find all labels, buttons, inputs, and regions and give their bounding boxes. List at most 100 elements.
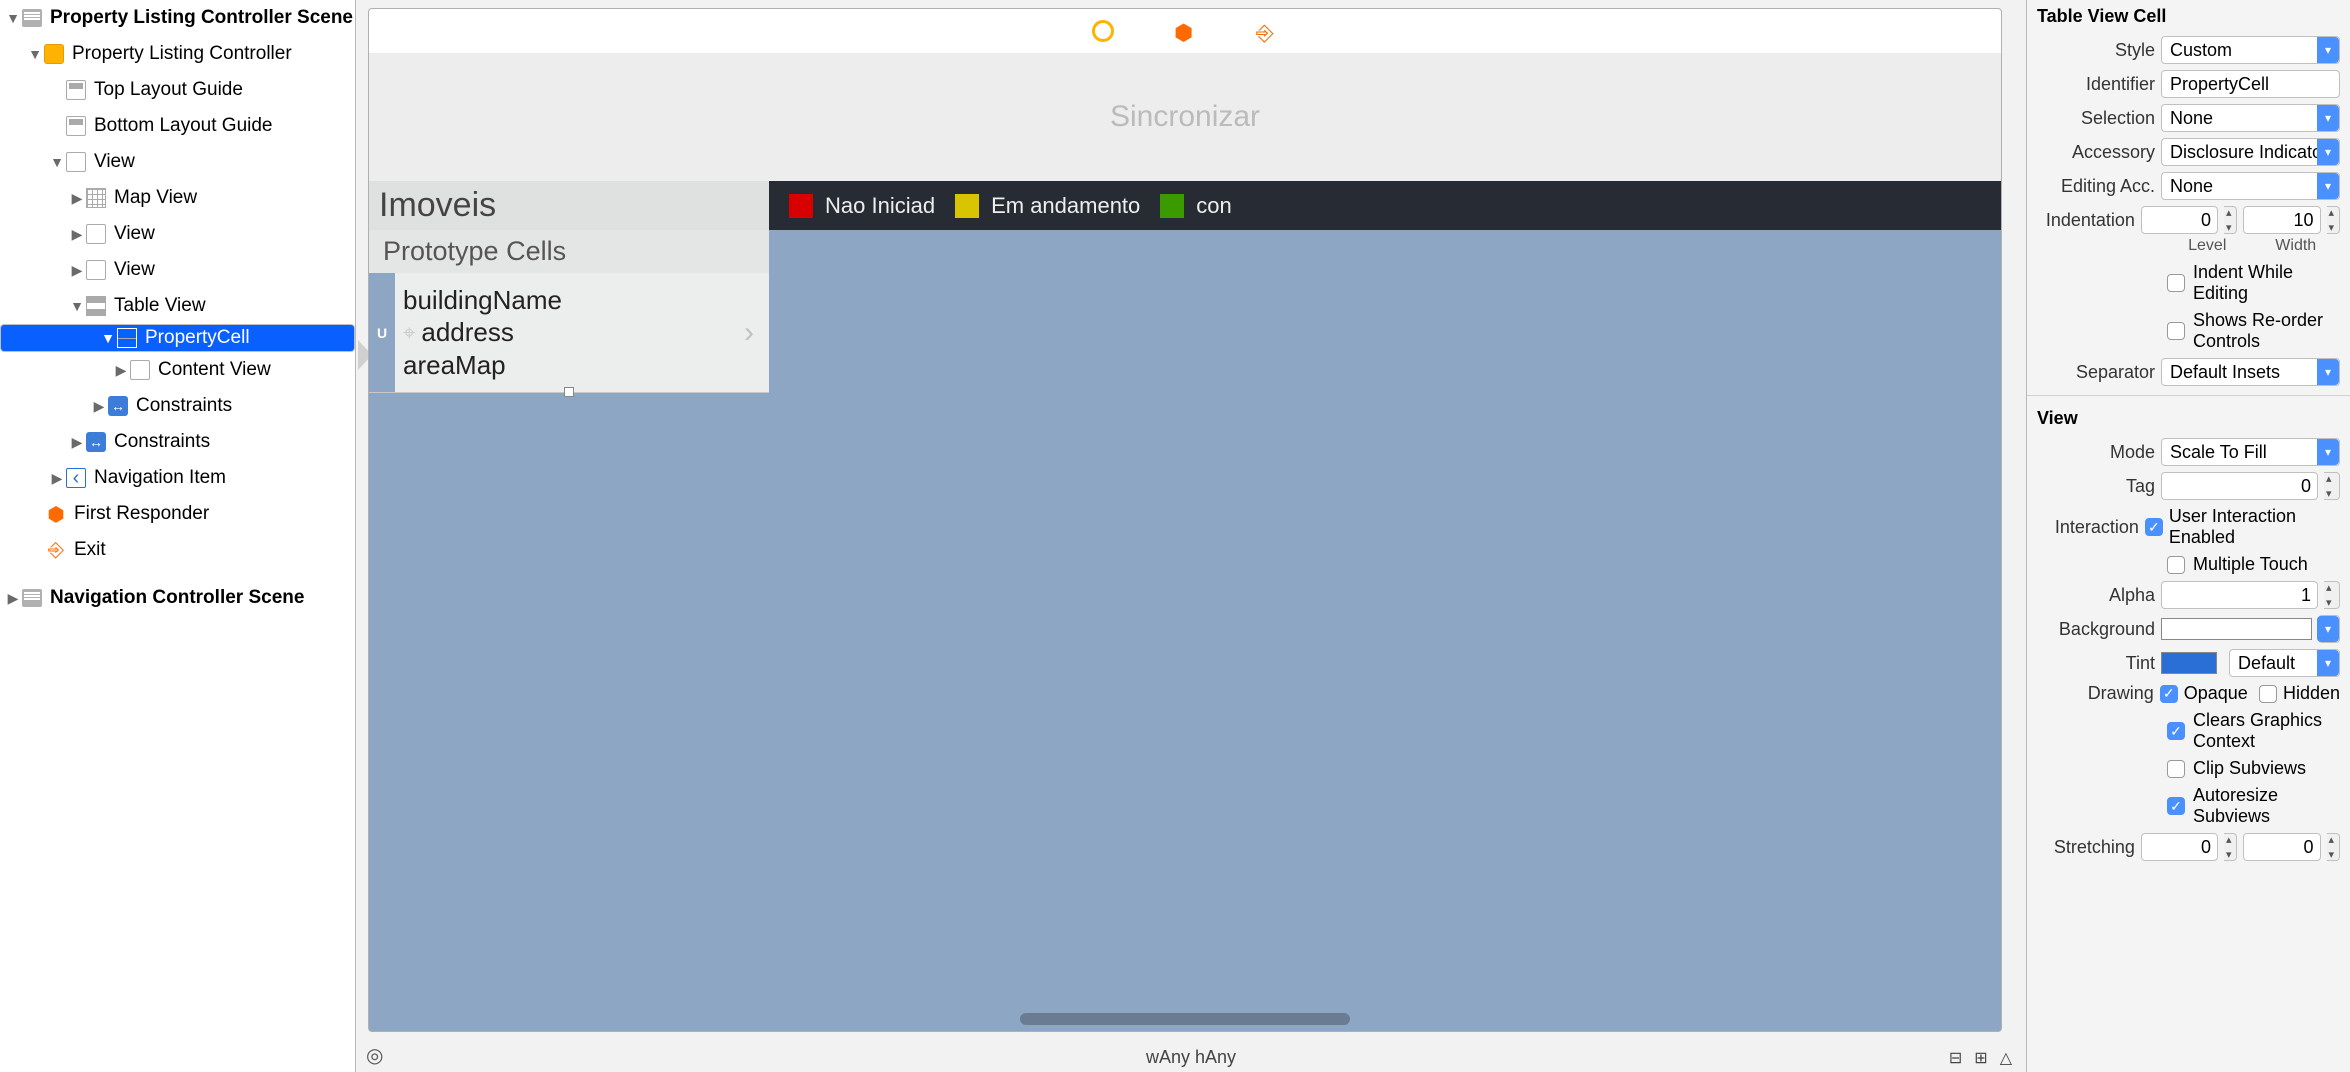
tableview-preview[interactable]: Prototype Cells U buildingName ⌖address …	[369, 230, 769, 393]
outline-firstresponder[interactable]: ⬢ First Responder	[0, 496, 355, 532]
constraints-icon	[86, 432, 106, 452]
disclosure-triangle-icon[interactable]: ▶	[6, 590, 20, 607]
disclosure-triangle-icon[interactable]: ▶	[50, 470, 64, 487]
indent-level-field[interactable]: 0	[2141, 206, 2218, 234]
outline-mapview[interactable]: ▶ Map View	[0, 180, 355, 216]
disclosure-triangle-icon[interactable]: ▶	[70, 434, 84, 451]
scene-view[interactable]: ⬢ ⎆ Sincronizar Imoveis Nao Iniciad Em a…	[368, 8, 2002, 1032]
editing-acc-select[interactable]: None▾	[2161, 172, 2340, 200]
clears-graphics-checkbox[interactable]	[2167, 722, 2185, 740]
indent-width-field[interactable]: 10	[2243, 206, 2320, 234]
tag-field[interactable]: 0	[2161, 472, 2318, 500]
outline-navitem[interactable]: ▶ Navigation Item	[0, 460, 355, 496]
shows-reorder-checkbox[interactable]	[2167, 322, 2185, 340]
legend-swatch-yellow	[955, 194, 979, 218]
exit-icon: ⎆	[44, 538, 68, 562]
outline-contentview[interactable]: ▶ Content View	[0, 352, 355, 388]
clip-subviews-checkbox[interactable]	[2167, 760, 2185, 778]
indent-while-editing-checkbox[interactable]	[2167, 274, 2185, 292]
resize-handle[interactable]	[564, 387, 574, 397]
disclosure-triangle-icon[interactable]: ▶	[70, 262, 84, 279]
cell-status-indicator: U	[369, 273, 395, 392]
disclosure-indicator-icon: ›	[729, 316, 769, 350]
disclosure-triangle-icon[interactable]: ▼	[6, 10, 20, 26]
alpha-stepper[interactable]	[2324, 581, 2340, 609]
stretch-x-field[interactable]: 0	[2141, 833, 2218, 861]
stretch-y-field[interactable]: 0	[2243, 833, 2320, 861]
storyboard-canvas: ⌄ ⬢ ⎆ Sincronizar Imoveis Nao Iniciad Em…	[356, 0, 2026, 1072]
pin-tool-icon[interactable]: ⊞	[1974, 1048, 1987, 1068]
align-tool-icon[interactable]: ⊟	[1949, 1048, 1962, 1068]
outline-constraints2[interactable]: ▶ Constraints	[0, 424, 355, 460]
opaque-checkbox[interactable]	[2160, 685, 2178, 703]
disclosure-triangle-icon[interactable]: ▶	[92, 398, 106, 415]
tint-colorwell[interactable]	[2161, 652, 2217, 674]
tablecell-icon	[117, 328, 137, 348]
prototype-cells-header: Prototype Cells	[369, 230, 769, 273]
multiple-touch-checkbox[interactable]	[2167, 556, 2185, 574]
dropdown-arrow-icon: ▾	[2317, 173, 2339, 199]
sync-button-placeholder[interactable]: Sincronizar	[369, 53, 2001, 181]
disclosure-triangle-icon[interactable]: ▼	[50, 154, 64, 170]
tag-stepper[interactable]	[2324, 472, 2340, 500]
label-alpha: Alpha	[2037, 585, 2155, 606]
identifier-field[interactable]: PropertyCell	[2161, 70, 2340, 98]
disclosure-triangle-icon[interactable]: ▼	[101, 330, 115, 346]
dropdown-arrow-icon: ▾	[2317, 616, 2339, 642]
outline-view3[interactable]: ▶ View	[0, 252, 355, 288]
indent-level-stepper[interactable]	[2224, 206, 2237, 234]
outline-navcontroller-scene[interactable]: ▶ Navigation Controller Scene	[0, 580, 355, 616]
user-interaction-checkbox[interactable]	[2145, 518, 2163, 536]
prototype-cell[interactable]: U buildingName ⌖address areaMap ›	[369, 273, 769, 393]
disclosure-triangle-icon[interactable]: ▶	[114, 362, 128, 379]
background-color-select[interactable]: ▾	[2318, 615, 2340, 643]
outline-tableview[interactable]: ▼ Table View	[0, 288, 355, 324]
size-class-control[interactable]: wAny hAny	[1146, 1047, 1236, 1068]
outline-top-layout-guide[interactable]: Top Layout Guide	[0, 72, 355, 108]
stretch-x-stepper[interactable]	[2224, 833, 2237, 861]
indent-width-stepper[interactable]	[2327, 206, 2340, 234]
stretch-y-stepper[interactable]	[2327, 833, 2340, 861]
horizontal-scrollbar[interactable]	[1020, 1013, 1350, 1025]
dropdown-arrow-icon: ▾	[2317, 139, 2339, 165]
autoresize-checkbox[interactable]	[2167, 797, 2185, 815]
outline-propertycell[interactable]: ▼ PropertyCell	[0, 324, 355, 352]
view-icon	[86, 260, 106, 280]
outline-view[interactable]: ▼ View	[0, 144, 355, 180]
label-style: Style	[2037, 40, 2155, 61]
outline-constraints[interactable]: ▶ Constraints	[0, 388, 355, 424]
canvas-target-icon[interactable]: ◎	[366, 1043, 383, 1068]
label-tag: Tag	[2037, 476, 2155, 497]
outline-bottom-layout-guide[interactable]: Bottom Layout Guide	[0, 108, 355, 144]
label-identifier: Identifier	[2037, 74, 2155, 95]
outline-view2[interactable]: ▶ View	[0, 216, 355, 252]
dropdown-arrow-icon: ▾	[2317, 439, 2339, 465]
mode-select[interactable]: Scale To Fill▾	[2161, 438, 2340, 466]
resolve-tool-icon[interactable]: △	[2000, 1048, 2012, 1068]
style-select[interactable]: Custom▾	[2161, 36, 2340, 64]
disclosure-triangle-icon[interactable]: ▶	[70, 190, 84, 207]
pin-icon: ⌖	[403, 319, 415, 347]
alpha-field[interactable]: 1	[2161, 581, 2318, 609]
scene-titlebar[interactable]: ⬢ ⎆	[369, 9, 2001, 53]
disclosure-triangle-icon[interactable]: ▶	[70, 226, 84, 243]
disclosure-triangle-icon[interactable]: ▼	[28, 46, 42, 62]
background-colorwell[interactable]	[2161, 618, 2312, 640]
scene-icon	[22, 9, 42, 27]
accessory-select[interactable]: Disclosure Indicator▾	[2161, 138, 2340, 166]
imoveis-title: Imoveis	[369, 181, 769, 230]
label-accessory: Accessory	[2037, 142, 2155, 163]
areamap-label: areaMap	[403, 349, 729, 382]
tint-select[interactable]: Default▾	[2229, 649, 2340, 677]
building-name-label: buildingName	[403, 284, 729, 317]
separator-select[interactable]: Default Insets▾	[2161, 358, 2340, 386]
hidden-checkbox[interactable]	[2259, 685, 2277, 703]
label-background: Background	[2037, 619, 2155, 640]
label-stretching: Stretching	[2037, 837, 2135, 858]
selection-select[interactable]: None▾	[2161, 104, 2340, 132]
outline-scene[interactable]: ▼ Property Listing Controller Scene	[0, 0, 355, 36]
tableview-icon	[86, 296, 106, 316]
outline-exit[interactable]: ⎆ Exit	[0, 532, 355, 568]
outline-viewcontroller[interactable]: ▼ Property Listing Controller	[0, 36, 355, 72]
disclosure-triangle-icon[interactable]: ▼	[70, 298, 84, 314]
